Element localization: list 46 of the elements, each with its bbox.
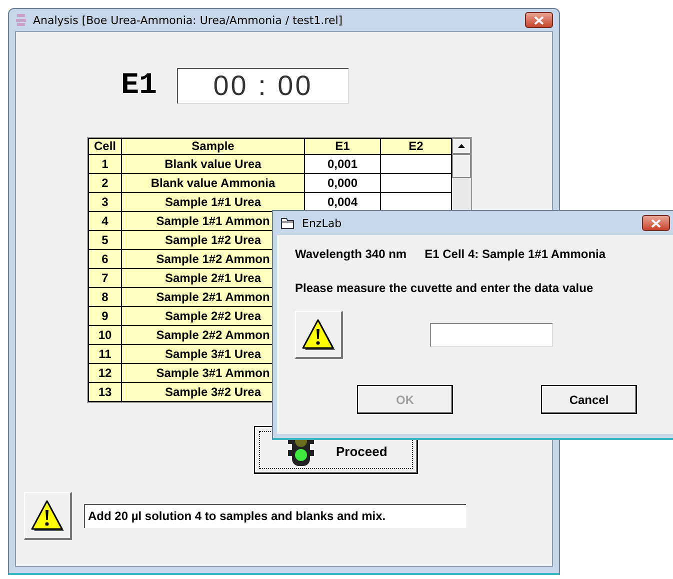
table-cell — [381, 155, 451, 173]
close-button[interactable] — [525, 12, 553, 28]
warning-button[interactable] — [295, 311, 343, 359]
warning-icon — [30, 500, 64, 532]
column-header: Sample — [122, 139, 304, 154]
table-cell: 0,000 — [305, 174, 380, 192]
table-cell: 4 — [89, 212, 121, 230]
scroll-up-icon — [458, 144, 465, 148]
warning-button[interactable] — [24, 492, 72, 540]
timer-display: 00 : 00 — [177, 68, 350, 104]
table-cell: 11 — [89, 345, 121, 363]
table-cell: Blank value Ammonia — [122, 174, 304, 192]
column-header: E1 — [305, 139, 380, 154]
table-cell — [381, 174, 451, 192]
table-cell: 2 — [89, 174, 121, 192]
table-cell: 3 — [89, 193, 121, 211]
table-cell: 13 — [89, 383, 121, 401]
table-cell: 1 — [89, 155, 121, 173]
timer-label: E1 — [121, 69, 158, 103]
dialog-icon — [281, 218, 294, 228]
column-header: E2 — [381, 139, 451, 154]
message-field: Add 20 µl solution 4 to samples and blanks and mix. — [84, 504, 466, 528]
cell-info-text: E1 Cell 4: Sample 1#1 Ammonia — [424, 247, 606, 261]
close-button[interactable] — [642, 215, 670, 231]
table-cell — [381, 193, 451, 211]
table-cell: Blank value Urea — [122, 155, 304, 173]
table-cell: 9 — [89, 307, 121, 325]
close-icon — [651, 218, 661, 228]
column-header: Cell — [89, 139, 121, 154]
table-cell: 8 — [89, 288, 121, 306]
table-cell: 10 — [89, 326, 121, 344]
table-cell: Sample 1#1 Urea — [122, 193, 304, 211]
window-title: Analysis [Boe Urea-Ammonia: Urea/Ammonia / test1.rel] — [33, 14, 343, 26]
scroll-thumb[interactable] — [452, 154, 471, 178]
table-cell: 7 — [89, 269, 121, 287]
app-icon — [15, 13, 27, 27]
table-cell: 5 — [89, 231, 121, 249]
value-input[interactable] — [430, 323, 553, 347]
table-cell: 0,004 — [305, 193, 380, 211]
close-icon — [534, 16, 544, 24]
cancel-button[interactable]: Cancel — [541, 385, 637, 414]
dialog-title: EnzLab — [302, 216, 342, 230]
table-cell: 0,001 — [305, 155, 380, 173]
warning-icon — [302, 318, 336, 350]
table-cell: 6 — [89, 250, 121, 268]
table-cell: 12 — [89, 364, 121, 382]
